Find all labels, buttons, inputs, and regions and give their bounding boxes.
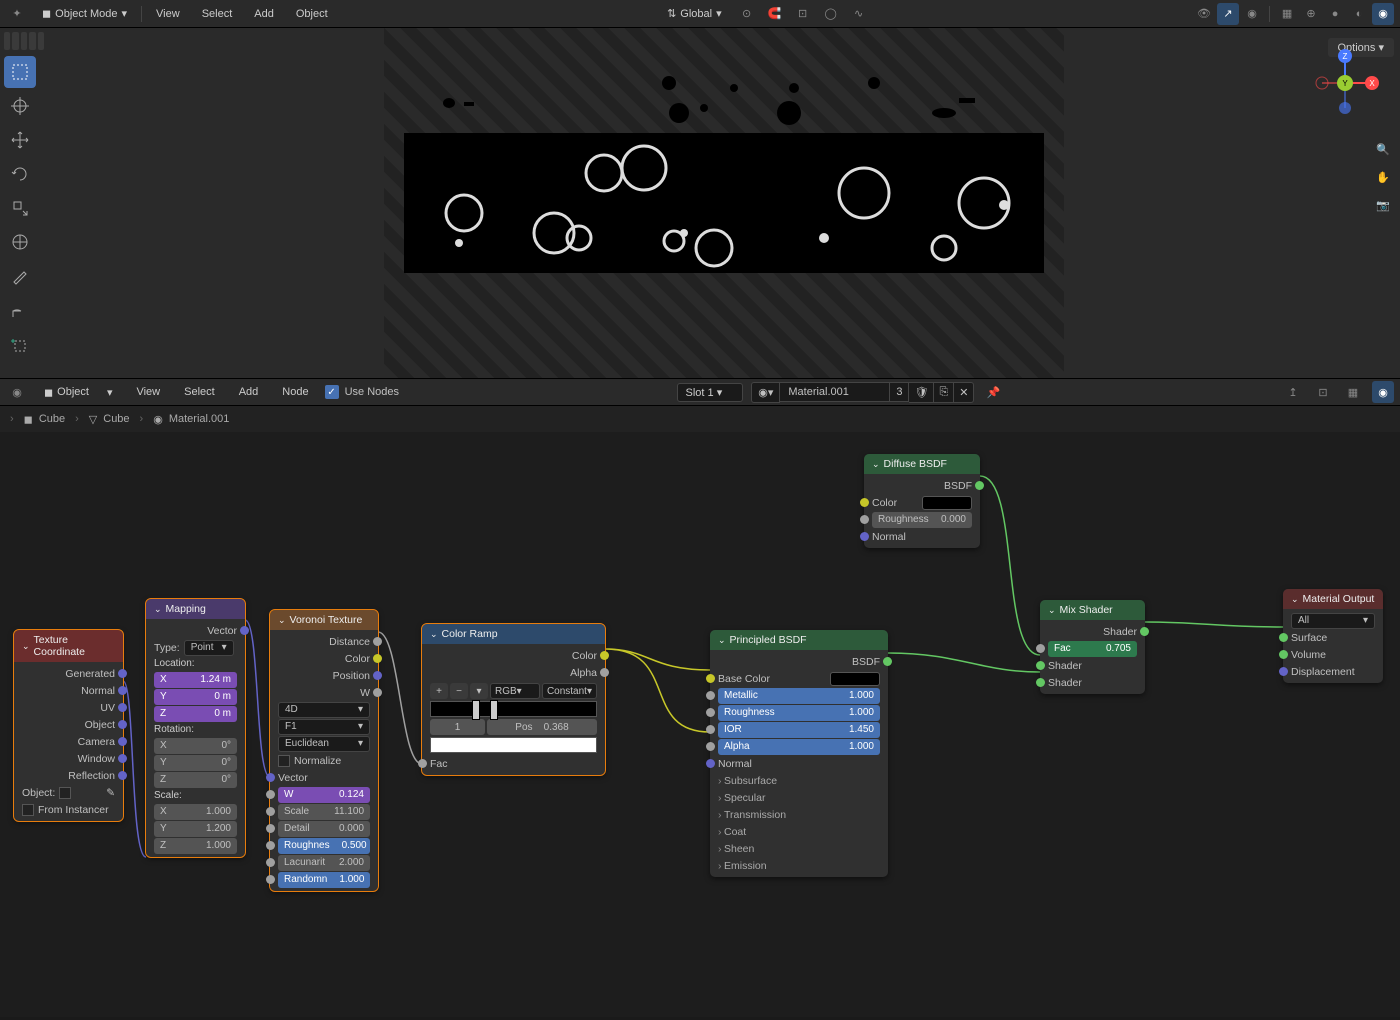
shader-type-icon[interactable]: ◉: [1372, 381, 1394, 403]
color-ramp-widget[interactable]: +−▾ RGB ▾ Constant▾ 1 Pos 0.368: [430, 683, 597, 753]
editor-type-icon[interactable]: ◉: [6, 381, 28, 403]
node-menu[interactable]: Node: [274, 383, 316, 401]
3d-viewport[interactable]: Options ▾: [48, 28, 1400, 378]
pan-icon[interactable]: ✋: [1372, 166, 1394, 188]
node-editor-canvas[interactable]: ⌄Texture Coordinate Generated Normal UV …: [0, 432, 1400, 1017]
add-cube-tool[interactable]: [4, 328, 36, 360]
transform-tool[interactable]: [4, 226, 36, 258]
add-menu[interactable]: Add: [231, 383, 267, 401]
select-mode-icon[interactable]: [38, 32, 44, 50]
object-menu[interactable]: Object: [288, 5, 336, 23]
svg-text:X: X: [1369, 79, 1375, 88]
view-menu[interactable]: View: [148, 5, 188, 23]
node-principled-bsdf[interactable]: ⌄Principled BSDF BSDF Base Color Metalli…: [710, 630, 888, 877]
material-name-input[interactable]: Material.001: [780, 382, 890, 402]
move-tool[interactable]: [4, 124, 36, 156]
select-mode-icon[interactable]: [29, 32, 35, 50]
parent-icon[interactable]: ↥: [1282, 381, 1304, 403]
node-editor-header: ◉ ◼Object▾ View Select Add Node ✓Use Nod…: [0, 378, 1400, 406]
node-mix-shader[interactable]: ⌄Mix Shader Shader Fac0.705 Shader Shade…: [1040, 600, 1145, 694]
snap-icon[interactable]: ⊡: [1312, 381, 1334, 403]
node-mapping[interactable]: ⌄Mapping Vector Type:Point▾ Location: X1…: [146, 599, 245, 857]
visibility-icon[interactable]: 👁: [1193, 3, 1215, 25]
cursor-tool[interactable]: [4, 90, 36, 122]
wireframe-icon[interactable]: ⊕: [1300, 3, 1322, 25]
shield-icon[interactable]: 🛡: [909, 382, 934, 403]
tool-shelf: [0, 28, 48, 378]
select-box-tool[interactable]: [4, 56, 36, 88]
zoom-icon[interactable]: 🔍: [1372, 138, 1394, 160]
node-diffuse-bsdf[interactable]: ⌄Diffuse BSDF BSDF Color Roughness0.000 …: [864, 454, 980, 548]
camera-icon[interactable]: 📷: [1372, 194, 1394, 216]
svg-text:Y: Y: [1342, 79, 1348, 88]
measure-tool[interactable]: [4, 294, 36, 326]
snap-target-icon[interactable]: ⊡: [792, 3, 814, 25]
mesh-icon: ▽: [89, 413, 97, 426]
select-mode-icon[interactable]: [21, 32, 27, 50]
matprev-icon[interactable]: ◐: [1348, 3, 1370, 25]
svg-text:Z: Z: [1343, 52, 1348, 61]
gizmo-toggle-icon[interactable]: ↗: [1217, 3, 1239, 25]
shading-modes: ▦ ⊕ ● ◐ ◉: [1276, 3, 1394, 25]
scale-tool[interactable]: [4, 192, 36, 224]
annotate-tool[interactable]: [4, 260, 36, 292]
mode-select[interactable]: ◼Object Mode▾: [34, 4, 135, 23]
slot-select[interactable]: Slot 1 ▾: [677, 383, 744, 402]
node-texture-coordinate[interactable]: ⌄Texture Coordinate Generated Normal UV …: [14, 630, 123, 821]
rendered-icon[interactable]: ◉: [1372, 3, 1394, 25]
select-mode-icon[interactable]: [4, 32, 10, 50]
object-data-select[interactable]: ◼Object▾: [36, 383, 120, 402]
material-icon[interactable]: ◉▾: [751, 382, 780, 403]
editor-type-icon[interactable]: ✦: [6, 3, 28, 25]
3d-header: ✦ ◼Object Mode▾ View Select Add Object ⇅…: [0, 0, 1400, 28]
add-menu[interactable]: Add: [246, 5, 282, 23]
solid-icon[interactable]: ●: [1324, 3, 1346, 25]
node-voronoi[interactable]: ⌄Voronoi Texture Distance Color Position…: [270, 610, 378, 891]
use-nodes-checkbox[interactable]: ✓Use Nodes: [325, 385, 399, 399]
transform-orientation[interactable]: ⇅Global▾: [659, 4, 730, 23]
cube-icon: ◼: [24, 413, 33, 426]
viewport-canvas: [384, 28, 1064, 378]
rotate-tool[interactable]: [4, 158, 36, 190]
node-material-output[interactable]: ⌄Material Output All▾ Surface Volume Dis…: [1283, 589, 1383, 683]
node-color-ramp[interactable]: ⌄Color Ramp Color Alpha +−▾ RGB ▾ Consta…: [422, 624, 605, 775]
falloff-icon[interactable]: ∿: [848, 3, 870, 25]
unlink-icon[interactable]: ✕: [954, 382, 974, 403]
pin-icon[interactable]: 📌: [982, 381, 1004, 403]
node-breadcrumb: › ◼Cube › ▽Cube › ◉Material.001: [0, 406, 1400, 432]
material-icon: ◉: [153, 413, 163, 426]
xray-icon[interactable]: ▦: [1276, 3, 1298, 25]
view-menu[interactable]: View: [128, 383, 168, 401]
select-menu[interactable]: Select: [176, 383, 223, 401]
material-datablock[interactable]: ◉▾ Material.001 3 🛡 ⎘ ✕: [751, 382, 974, 403]
above-render-dots: [384, 28, 1064, 378]
pivot-icon[interactable]: ⊙: [736, 3, 758, 25]
overlay-icon[interactable]: ◉: [1241, 3, 1263, 25]
copy-icon[interactable]: ⎘: [934, 382, 954, 403]
viewport-nav-icons: 🔍 ✋ 📷: [1372, 138, 1394, 216]
snap-icon[interactable]: 🧲: [764, 3, 786, 25]
overlay-icon[interactable]: ▦: [1342, 381, 1364, 403]
select-mode-icon[interactable]: [12, 32, 18, 50]
select-menu[interactable]: Select: [194, 5, 241, 23]
material-user-count[interactable]: 3: [890, 382, 909, 402]
proportional-edit-icon[interactable]: ◯: [820, 3, 842, 25]
nav-gizmo[interactable]: Z X Y: [1310, 48, 1380, 118]
